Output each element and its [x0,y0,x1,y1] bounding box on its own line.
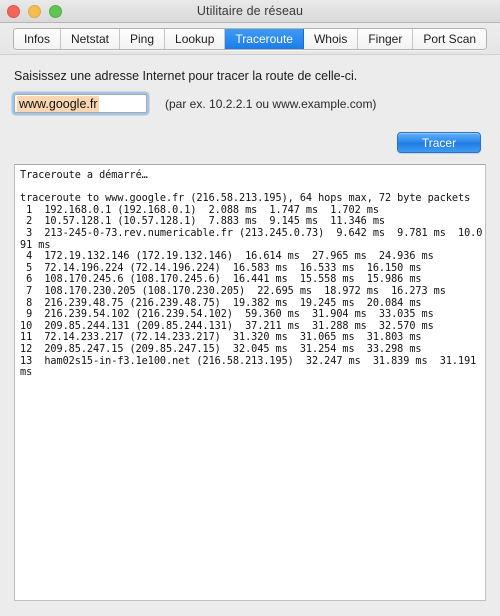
tab-group: Infos Netstat Ping Lookup Traceroute Who… [12,27,488,50]
network-utility-window: Utilitaire de réseau Infos Netstat Ping … [0,0,500,616]
window-titlebar: Utilitaire de réseau [0,0,500,23]
address-hint-label: (par ex. 10.2.2.1 ou www.example.com) [165,96,377,111]
address-row: www.google.fr (par ex. 10.2.2.1 ou www.e… [14,94,486,113]
window-controls [7,0,62,22]
tab-netstat[interactable]: Netstat [60,28,120,49]
zoom-button-icon[interactable] [49,4,62,18]
tab-lookup[interactable]: Lookup [165,28,226,49]
trace-button-row: Tracer [14,132,486,153]
tab-finger[interactable]: Finger [358,28,414,49]
address-input[interactable]: www.google.fr [14,94,147,113]
traceroute-pane: Saisissez une adresse Internet pour trac… [0,69,500,601]
tab-whois[interactable]: Whois [303,28,359,49]
address-input-value: www.google.fr [17,95,99,112]
close-button-icon[interactable] [7,4,20,18]
traceroute-output-text: Traceroute a démarré… traceroute to www.… [20,170,483,379]
window-title: Utilitaire de réseau [196,4,304,18]
tab-traceroute[interactable]: Traceroute [225,28,304,49]
tab-bar: Infos Netstat Ping Lookup Traceroute Who… [0,23,500,55]
traceroute-output-panel[interactable]: Traceroute a démarré… traceroute to www.… [14,164,486,601]
tab-port-scan[interactable]: Port Scan [413,28,487,49]
tab-ping[interactable]: Ping [119,28,166,49]
minimize-button-icon[interactable] [28,4,41,18]
trace-button[interactable]: Tracer [397,132,481,153]
instruction-label: Saisissez une adresse Internet pour trac… [14,69,358,83]
tab-infos[interactable]: Infos [13,28,61,49]
